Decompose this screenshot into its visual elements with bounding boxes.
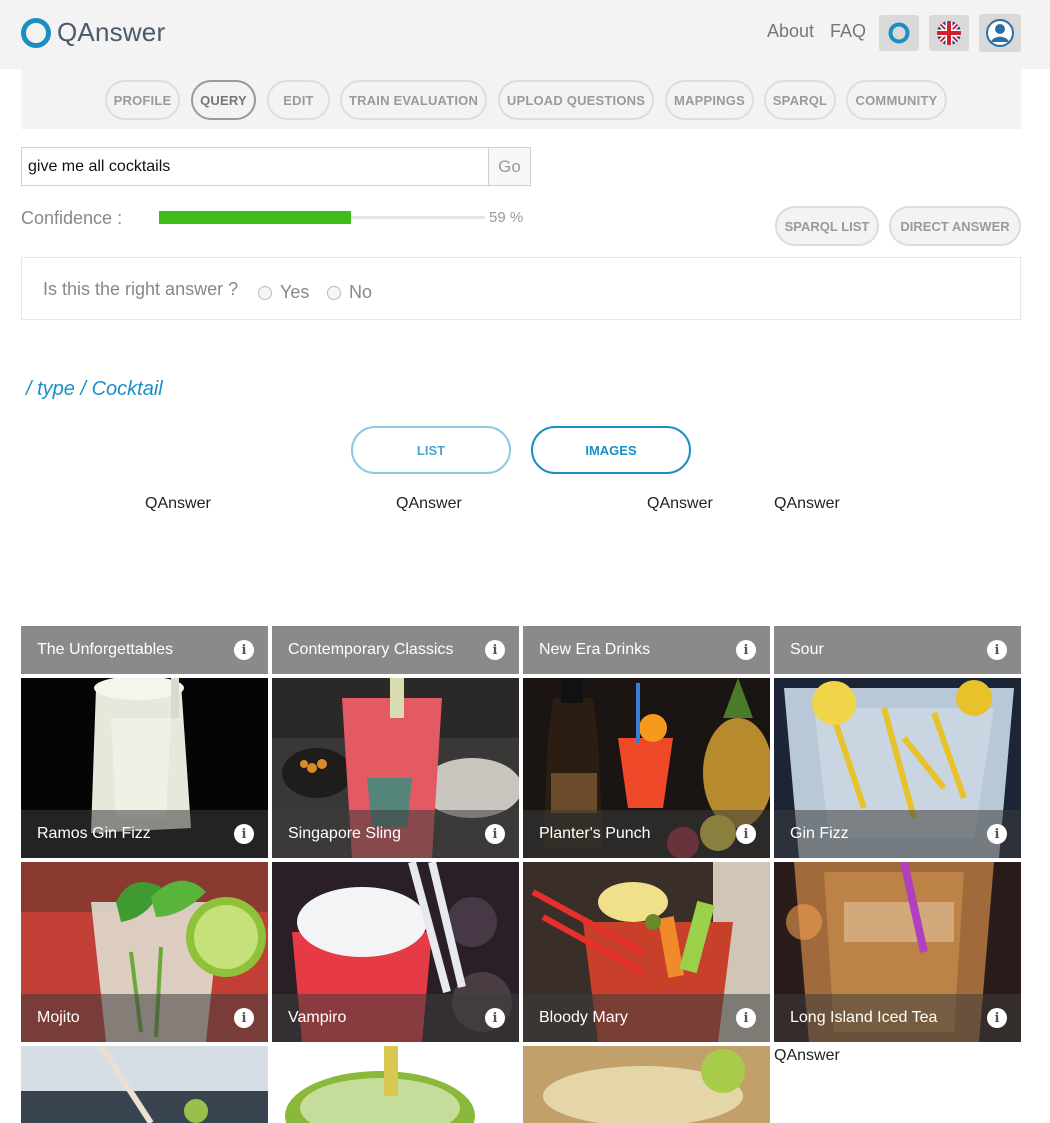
nav-band: PROFILE QUERY EDIT TRAIN EVALUATION UPLO… [21, 69, 1021, 129]
info-icon[interactable]: i [987, 824, 1007, 844]
tile-title: Ramos Gin Fizz [37, 825, 151, 842]
category-title: Sour [790, 641, 824, 658]
uk-flag-icon [937, 21, 961, 45]
cocktail-tile[interactable]: Planter's Punch i [523, 678, 770, 858]
tab-community[interactable]: COMMUNITY [846, 80, 947, 120]
user-icon [986, 19, 1014, 47]
top-header: QAnswer About FAQ [0, 0, 1050, 69]
sparql-list-button[interactable]: SPARQL LIST [775, 206, 879, 246]
qanswer-icon [888, 22, 910, 44]
tile-title: Long Island Iced Tea [790, 1009, 938, 1026]
category-title: New Era Drinks [539, 641, 651, 658]
category-title: Contemporary Classics [288, 641, 454, 658]
info-icon[interactable]: i [736, 824, 756, 844]
tile-title: Bloody Mary [539, 1009, 628, 1026]
tile-caption: Vampiro [272, 994, 519, 1042]
go-button[interactable]: Go [488, 148, 530, 185]
confidence-bar [159, 211, 351, 224]
qanswer-button[interactable] [879, 15, 919, 51]
tile-title: Mojito [37, 1009, 80, 1026]
tile-caption: Ramos Gin Fizz [21, 810, 268, 858]
radio-circle-icon [327, 285, 341, 300]
tab-train-evaluation[interactable]: TRAIN EVALUATION [340, 80, 487, 120]
tile-caption: Planter's Punch [523, 810, 770, 858]
tab-sparql[interactable]: SPARQL [764, 80, 836, 120]
category-title: The Unforgettables [37, 641, 174, 658]
radio-circle-icon [258, 285, 272, 300]
feedback-no-radio[interactable]: No [327, 282, 372, 303]
images-view-button[interactable]: IMAGES [531, 426, 691, 474]
info-icon[interactable]: i [736, 1008, 756, 1028]
tab-query[interactable]: QUERY [191, 80, 256, 120]
cocktail-image [272, 1046, 519, 1123]
cocktail-tile[interactable] [523, 1046, 770, 1123]
feedback-yes-radio[interactable]: Yes [258, 282, 309, 303]
info-icon[interactable]: i [234, 824, 254, 844]
info-icon[interactable]: i [234, 640, 254, 660]
info-icon[interactable]: i [485, 1008, 505, 1028]
feedback-question: Is this the right answer ? [43, 279, 239, 299]
user-button[interactable] [979, 14, 1021, 52]
tab-upload-questions[interactable]: UPLOAD QUESTIONS [498, 80, 654, 120]
source-label: QAnswer [774, 495, 840, 512]
cocktail-tile[interactable]: Singapore Sling i [272, 678, 519, 858]
tab-profile[interactable]: PROFILE [105, 80, 180, 120]
info-icon[interactable]: i [987, 640, 1007, 660]
direct-answer-button[interactable]: DIRECT ANSWER [889, 206, 1021, 246]
source-label: QAnswer [774, 1047, 840, 1064]
cocktail-tile[interactable]: Gin Fizz i [774, 678, 1021, 858]
category-card[interactable]: Contemporary Classics i [272, 626, 519, 674]
category-card[interactable]: Sour i [774, 626, 1021, 674]
tile-title: Vampiro [288, 1009, 347, 1026]
cocktail-tile[interactable]: Bloody Mary i [523, 862, 770, 1042]
category-card[interactable]: New Era Drinks i [523, 626, 770, 674]
cocktail-image [21, 1046, 268, 1123]
cocktail-tile[interactable]: Ramos Gin Fizz i [21, 678, 268, 858]
tile-caption: Bloody Mary [523, 994, 770, 1042]
tile-title: Planter's Punch [539, 825, 651, 842]
cocktail-tile[interactable] [272, 1046, 519, 1123]
info-icon[interactable]: i [485, 640, 505, 660]
qanswer-logo[interactable]: QAnswer [21, 17, 165, 48]
cocktail-image [523, 1046, 770, 1123]
info-icon[interactable]: i [485, 824, 505, 844]
tile-caption: Long Island Iced Tea [774, 994, 1021, 1042]
info-icon[interactable]: i [234, 1008, 254, 1028]
tab-mappings[interactable]: MAPPINGS [665, 80, 754, 120]
tile-caption: Mojito [21, 994, 268, 1042]
category-card[interactable]: The Unforgettables i [21, 626, 268, 674]
list-view-button[interactable]: LIST [351, 426, 511, 474]
feedback-yes-label: Yes [280, 282, 310, 302]
feedback-panel: Is this the right answer ? Yes No [21, 257, 1021, 320]
source-label: QAnswer [145, 495, 211, 512]
top-links: About FAQ [767, 21, 866, 42]
confidence-label: Confidence : [21, 208, 123, 228]
tile-caption: Gin Fizz [774, 810, 1021, 858]
logo-text: QAnswer [57, 17, 166, 47]
tab-edit[interactable]: EDIT [267, 80, 330, 120]
cocktail-tile[interactable]: Vampiro i [272, 862, 519, 1042]
source-label: QAnswer [647, 495, 713, 512]
source-label: QAnswer [396, 495, 462, 512]
language-button[interactable] [929, 15, 969, 51]
info-icon[interactable]: i [987, 1008, 1007, 1028]
query-bar: Go [21, 147, 531, 186]
tile-title: Singapore Sling [288, 825, 401, 842]
breadcrumb[interactable]: / type / Cocktail [26, 378, 163, 401]
info-icon[interactable]: i [736, 640, 756, 660]
feedback-no-label: No [349, 282, 373, 302]
cocktail-tile[interactable] [21, 1046, 268, 1123]
cocktail-tile[interactable]: Mojito i [21, 862, 268, 1042]
about-link[interactable]: About [767, 21, 814, 42]
logo-ring-icon [21, 17, 51, 48]
confidence-value: 59 % [489, 209, 524, 226]
query-input[interactable] [22, 148, 488, 185]
faq-link[interactable]: FAQ [830, 21, 866, 42]
tile-caption: Singapore Sling [272, 810, 519, 858]
cocktail-tile[interactable]: Long Island Iced Tea i [774, 862, 1021, 1042]
tile-title: Gin Fizz [790, 825, 849, 842]
